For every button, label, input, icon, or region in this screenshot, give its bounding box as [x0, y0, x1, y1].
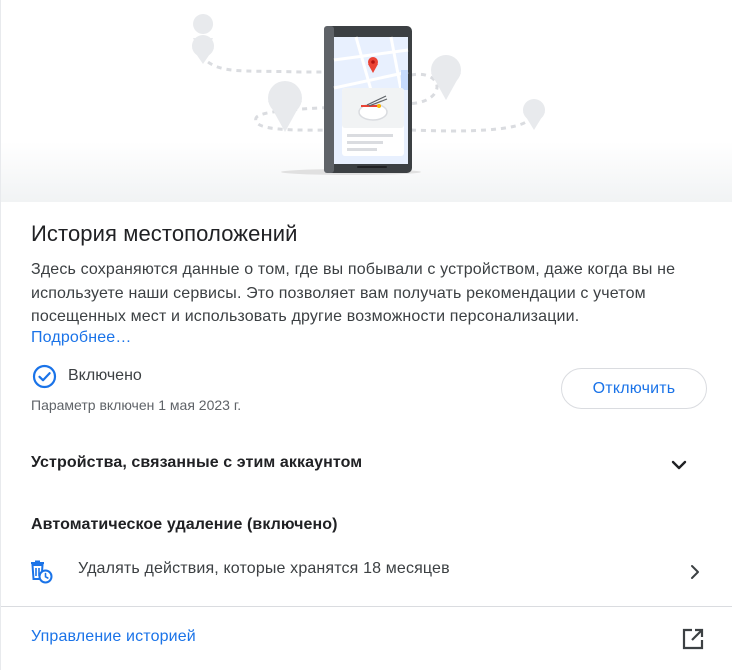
phone-map-illustration	[192, 14, 545, 175]
location-history-card: История местоположений Здесь сохраняются…	[0, 0, 732, 670]
chevron-right-icon[interactable]	[685, 562, 705, 582]
open-in-new-icon[interactable]	[681, 627, 705, 651]
auto-delete-label: Удалять действия, которые хранятся 18 ме…	[78, 560, 450, 577]
disable-button[interactable]: Отключить	[561, 368, 707, 409]
description-text: Здесь сохраняются данные о том, где вы п…	[31, 261, 676, 325]
chevron-down-icon[interactable]	[669, 455, 689, 475]
devices-label: Устройства, связанные с этим аккаунтом	[31, 454, 363, 471]
auto-delete-setting-row[interactable]: Удалять действия, которые хранятся 18 ме…	[1, 548, 732, 596]
manage-history-link[interactable]: Управление историей	[31, 628, 196, 646]
page-title: История местоположений	[31, 221, 298, 246]
hero-illustration	[1, 0, 732, 202]
devices-expander[interactable]: Устройства, связанные с этим аккаунтом	[1, 440, 732, 488]
learn-more-link[interactable]: Подробнее…	[31, 329, 131, 347]
status-label: Включено	[68, 367, 142, 384]
manage-history-row[interactable]: Управление историей	[1, 607, 732, 670]
check-circle-icon	[32, 364, 57, 389]
auto-delete-icon	[29, 560, 53, 584]
enabled-date-text: Параметр включен 1 мая 2023 г.	[31, 397, 242, 413]
auto-delete-title: Автоматическое удаление (включено)	[31, 516, 338, 533]
